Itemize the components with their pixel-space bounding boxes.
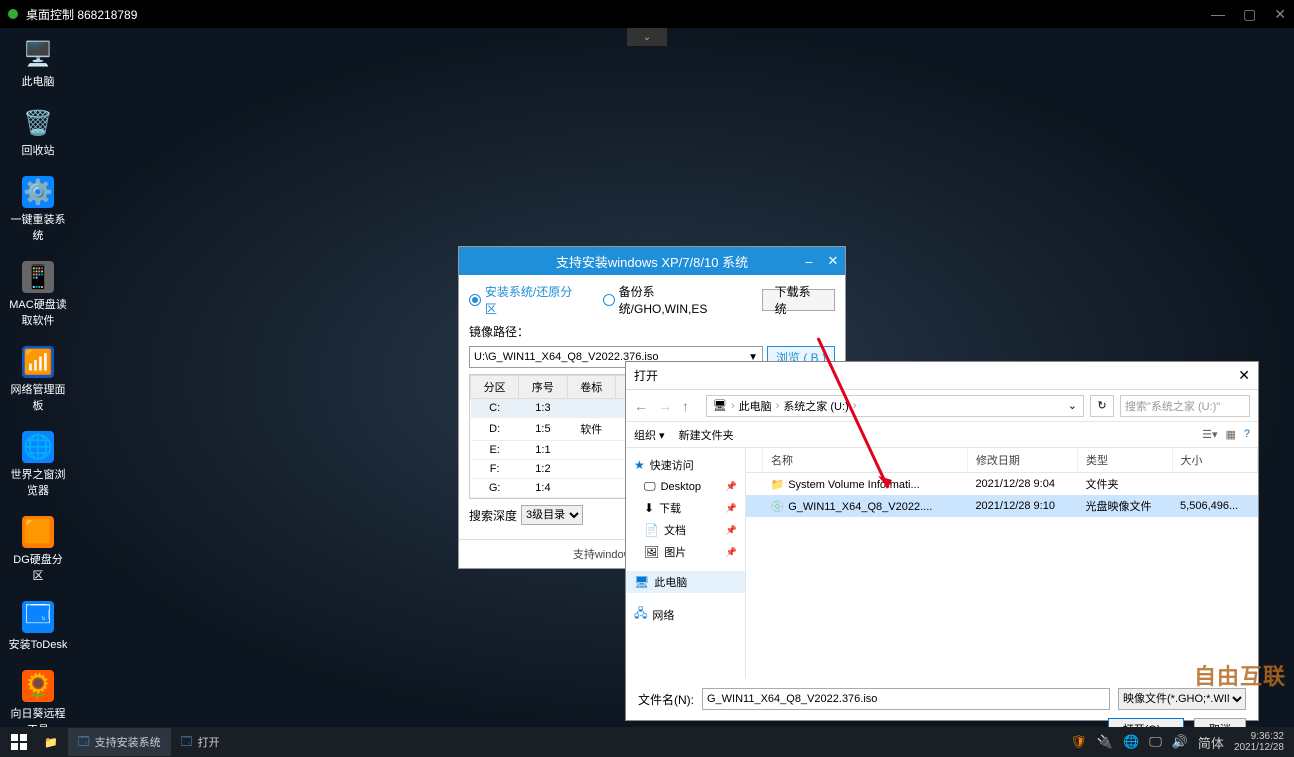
file-dialog-titlebar[interactable]: 打开 ✕ (626, 362, 1258, 390)
taskbar-app[interactable]: 🗔支持安装系统 (68, 728, 171, 756)
window-controls: — ▢ ✕ (1211, 6, 1286, 23)
sidebar-quick-access[interactable]: ★ 快速访问 (626, 454, 745, 476)
taskbar-clock[interactable]: 9:36:32 2021/12/28 (1234, 731, 1284, 753)
refresh-button[interactable]: ↻ (1090, 395, 1114, 417)
desktop[interactable]: ⌄ 🖥️此电脑 🗑️回收站 ⚙️一键重装系统 📱MAC硬盘读取软件 📶网络管理面板 🌐世界… (0, 28, 1294, 727)
search-depth-label: 搜索深度 (469, 507, 517, 524)
star-icon: ★ (634, 458, 645, 472)
search-input[interactable]: 搜索"系统之家 (U:)" (1120, 395, 1250, 417)
view-list-icon[interactable]: ☰▾ (1202, 428, 1217, 441)
tray-network-icon[interactable]: 🌐 (1123, 734, 1139, 750)
tray-ime[interactable]: 简体 (1198, 733, 1224, 752)
taskbar: 📁 🗔支持安装系统🗔打开 🛡 🔌 🌐 🖵 🔊 简体 9:36:32 2021/1… (0, 727, 1294, 757)
tray-usb-icon[interactable]: 🔌 (1097, 734, 1113, 750)
desktop-icon[interactable]: ⚙️一键重装系统 (8, 176, 68, 243)
taskbar-explorer[interactable]: 📁 (34, 728, 68, 756)
desktop-icon[interactable]: 🗔安装ToDesk (8, 601, 68, 652)
view-details-icon[interactable]: ▦ (1225, 428, 1235, 441)
radio-backup[interactable]: 备份系统/GHO,WIN,ES (603, 283, 742, 317)
desktop-icon[interactable]: 🌐世界之窗浏览器 (8, 431, 68, 498)
file-dialog-title: 打开 (634, 367, 658, 384)
start-button[interactable] (4, 727, 34, 757)
system-tray: 🛡 🔌 🌐 🖵 🔊 简体 9:36:32 2021/12/28 (1070, 731, 1290, 753)
minimize-icon[interactable]: — (1211, 6, 1225, 23)
file-type-filter[interactable]: 映像文件(*.GHO;*.WIM;*.ESD; (1118, 688, 1246, 710)
radio-icon (469, 294, 481, 306)
file-row[interactable]: 💿G_WIN11_X64_Q8_V2022....2021/12/28 9:10… (746, 495, 1258, 517)
radio-icon (603, 294, 615, 306)
pc-icon: 🖥 (713, 399, 727, 412)
file-list[interactable]: 名称修改日期类型大小 📁System Volume Informati...20… (746, 448, 1258, 678)
installer-minimize-icon[interactable]: – (797, 247, 821, 275)
file-dialog-sidebar: ★ 快速访问 🖵Desktop📌⬇下载📌📄文档📌🖼图片📌 🖥 此电脑 🖧 网络 (626, 448, 746, 678)
nav-up-icon[interactable]: ↑ (682, 398, 700, 414)
nav-back-icon[interactable]: ← (634, 398, 652, 414)
tray-monitor-icon[interactable]: 🖵 (1149, 734, 1162, 750)
top-chevron-tab[interactable]: ⌄ (627, 28, 667, 46)
maximize-icon[interactable]: ▢ (1243, 6, 1256, 23)
sidebar-item[interactable]: 🖵Desktop📌 (626, 476, 745, 497)
installer-titlebar[interactable]: 支持安装windows XP/7/8/10 系统 – ✕ (459, 247, 845, 275)
desktop-icon[interactable]: 📱MAC硬盘读取软件 (8, 261, 68, 328)
search-depth-select[interactable]: 3级目录 (521, 505, 583, 525)
filename-label: 文件名(N): (638, 691, 694, 708)
status-dot (8, 9, 18, 19)
file-open-dialog: 打开 ✕ ← → ↑ 🖥 › 此电脑 › 系统之家 (U:) › ⌄ ↻ 搜索"… (625, 361, 1259, 721)
app-titlebar: 桌面控制 868218789 — ▢ ✕ (0, 0, 1294, 28)
desktop-icon[interactable]: 📶网络管理面板 (8, 346, 68, 413)
desktop-icon[interactable]: 🖥️此电脑 (8, 38, 68, 89)
image-path-label: 镜像路径： (469, 323, 835, 340)
nav-forward-icon[interactable]: → (658, 398, 676, 414)
radio-install-restore[interactable]: 安装系统/还原分区 (469, 283, 583, 317)
organize-menu[interactable]: 组织 ▾ (634, 427, 665, 443)
breadcrumb[interactable]: 🖥 › 此电脑 › 系统之家 (U:) › ⌄ (706, 395, 1084, 417)
installer-title-text: 支持安装windows XP/7/8/10 系统 (556, 252, 748, 271)
titlebar-label: 桌面控制 868218789 (26, 6, 137, 23)
chevron-down-icon[interactable]: ⌄ (1068, 399, 1077, 412)
watermark: 自由互联 (1194, 659, 1286, 691)
sidebar-item[interactable]: 📄文档📌 (626, 519, 745, 541)
close-icon[interactable]: ✕ (1274, 6, 1286, 23)
filename-input[interactable] (702, 688, 1110, 710)
sidebar-network[interactable]: 🖧 网络 (626, 601, 745, 628)
desktop-icons: 🖥️此电脑 🗑️回收站 ⚙️一键重装系统 📱MAC硬盘读取软件 📶网络管理面板 🌐世界之窗… (8, 38, 68, 737)
help-icon[interactable]: ? (1244, 428, 1250, 441)
desktop-icon[interactable]: 🗑️回收站 (8, 107, 68, 158)
sidebar-item[interactable]: 🖼图片📌 (626, 541, 745, 563)
installer-close-icon[interactable]: ✕ (821, 247, 845, 275)
file-dialog-close-icon[interactable]: ✕ (1238, 367, 1250, 384)
file-row[interactable]: 📁System Volume Informati...2021/12/28 9:… (746, 473, 1258, 496)
tray-volume-icon[interactable]: 🔊 (1172, 734, 1188, 750)
tray-shield-icon[interactable]: 🛡 (1070, 734, 1087, 750)
sidebar-item[interactable]: ⬇下载📌 (626, 497, 745, 519)
new-folder-button[interactable]: 新建文件夹 (679, 427, 734, 443)
network-icon: 🖧 (634, 604, 647, 625)
taskbar-app[interactable]: 🗔打开 (171, 728, 230, 756)
sidebar-this-pc[interactable]: 🖥 此电脑 (626, 571, 745, 593)
download-system-button[interactable]: 下载系统 (762, 289, 835, 311)
pc-icon: 🖥 (634, 575, 649, 589)
desktop-icon[interactable]: 🟧DG硬盘分区 (8, 516, 68, 583)
